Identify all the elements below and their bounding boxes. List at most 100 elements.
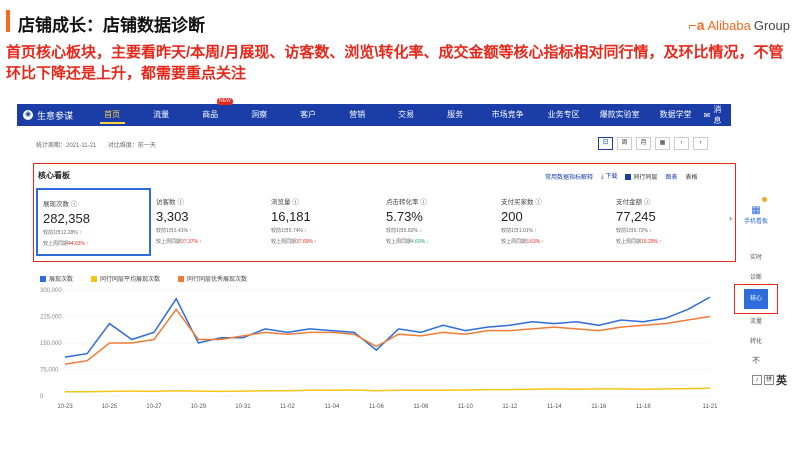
- metric-day-pct: 5.74%: [288, 228, 303, 234]
- metric-week-label: 较上周同期: [386, 239, 412, 245]
- legend-item[interactable]: 同行同层优秀展现次数: [178, 274, 247, 283]
- stat-compare: 对比维度：前一天: [107, 143, 156, 149]
- ime-toolbar: ♪ 拼 英: [752, 372, 787, 388]
- legend-item[interactable]: 展现次数: [40, 274, 73, 283]
- metric-day-label: 较前1日: [43, 230, 61, 236]
- nav-item-10[interactable]: 爆款实验室: [592, 104, 648, 126]
- up-arrow-icon: ↑: [659, 239, 662, 245]
- nav-item-0[interactable]: 首页: [88, 104, 137, 126]
- nav-item-label: 客户: [300, 110, 317, 119]
- table-view-button[interactable]: 表格: [685, 172, 697, 181]
- checkbox-icon: [625, 173, 632, 180]
- ime-pinyin[interactable]: 拼: [764, 375, 774, 385]
- metric-explain-link[interactable]: 常用数据指标解释: [545, 172, 593, 181]
- metric-card[interactable]: 支付金额 ⓘ 77,245 较前1日6.72% ↓ 较上周同期19.29% ↑: [611, 188, 726, 256]
- range-day-button[interactable]: 日: [598, 137, 613, 150]
- nav-item-label: 商品: [202, 110, 219, 119]
- nav-item-1[interactable]: 流量: [137, 104, 186, 126]
- ime-language[interactable]: 英: [776, 372, 787, 388]
- nav-item-4[interactable]: 客户: [284, 104, 333, 126]
- up-arrow-icon: ↑: [86, 241, 89, 247]
- x-tick-label: 11-14: [547, 404, 563, 410]
- legend-label: 同行同层优秀展现次数: [187, 277, 248, 283]
- info-icon: ⓘ: [643, 199, 651, 206]
- nav-item-8[interactable]: 市场竞争: [480, 104, 536, 126]
- legend-swatch: [91, 276, 98, 283]
- side-realtime[interactable]: 实时: [744, 252, 768, 261]
- range-month-button[interactable]: 月: [636, 137, 651, 150]
- metric-card[interactable]: 访客数 ⓘ 3,303 较前1日3.41% ↑ 较上周同期37.37% ↑: [151, 188, 266, 256]
- brand-logo-icon: ◉: [23, 110, 33, 120]
- y-tick-label: 300,000: [40, 288, 62, 294]
- message-button[interactable]: ✉ 消息: [704, 104, 731, 126]
- nav-item-label: 营销: [349, 110, 366, 119]
- info-icon: ⓘ: [420, 199, 427, 206]
- peer-toggle[interactable]: 同行同层: [625, 172, 657, 181]
- side-traffic[interactable]: 流量: [744, 316, 768, 325]
- next-arrow-icon[interactable]: ›: [693, 137, 708, 150]
- up-arrow-icon: ↑: [541, 239, 545, 245]
- trend-chart: 300,000 225,000 150,000 75,000 0 10-23 10-25 10…: [40, 288, 719, 410]
- range-week-button[interactable]: 周: [617, 137, 632, 150]
- nav-item-11[interactable]: 数据学堂: [648, 104, 704, 126]
- nav-item-2[interactable]: 商品 NEW: [186, 98, 235, 126]
- calendar-icon[interactable]: ▦: [655, 137, 670, 150]
- x-tick-label: 10-31: [235, 404, 251, 410]
- legend-label: 展现次数: [49, 277, 74, 283]
- metrics-next-icon[interactable]: ›: [729, 213, 732, 223]
- up-arrow-icon: ↑: [199, 239, 202, 245]
- download-button[interactable]: ⤓ 下载: [601, 171, 617, 181]
- prev-arrow-icon[interactable]: ‹: [674, 137, 689, 150]
- legend-label: 同行同层平均展现次数: [100, 277, 161, 283]
- metric-card[interactable]: 展现次数 ⓘ 282,358 较前1日12.28% ↑ 较上周同期44.03% ↑: [36, 188, 151, 256]
- brand[interactable]: ◉ 生意参谋: [17, 109, 88, 122]
- metric-value: 282,358: [43, 211, 90, 226]
- metric-value: 200: [501, 209, 523, 224]
- metric-value: 5.73%: [386, 209, 423, 224]
- metric-card[interactable]: 点击转化率 ⓘ 5.73% 较前1日5.82% ↓ 较上周同期4.60% ↓: [381, 188, 496, 256]
- nav-item-5[interactable]: 营销: [333, 104, 382, 126]
- side-conversion[interactable]: 转化: [744, 336, 768, 345]
- x-tick-label: 11-12: [502, 404, 518, 410]
- x-tick-label: 11-21: [703, 404, 719, 410]
- metric-day-pct: 5.82%: [403, 228, 418, 234]
- ime-icon[interactable]: ♪: [752, 375, 762, 385]
- metric-day-label: 较前1日: [616, 228, 634, 234]
- y-tick-label: 225,000: [40, 315, 62, 321]
- legend-item[interactable]: 同行同层平均展现次数: [91, 274, 160, 283]
- nav-item-9[interactable]: 业务专区: [536, 104, 592, 126]
- side-no[interactable]: 不: [744, 355, 768, 366]
- metric-card[interactable]: 支付买家数 ⓘ 200 较前1日1.01% ↑ 较上周同期3.63% ↑: [496, 188, 611, 256]
- metric-day-label: 较前1日: [156, 228, 174, 234]
- nav-item-6[interactable]: 交易: [382, 104, 431, 126]
- nav-item-label: 数据学堂: [659, 110, 692, 119]
- x-tick-label: 11-16: [591, 404, 607, 410]
- peer-label: 同行同层: [633, 174, 658, 181]
- side-diagnose[interactable]: 诊断: [744, 272, 768, 281]
- mobile-dashboard-button[interactable]: ▦ 手机看板: [744, 205, 768, 225]
- metric-cards: 展现次数 ⓘ 282,358 较前1日12.28% ↑ 较上周同期44.03% ↑ 访客…: [36, 188, 726, 256]
- top-nav: ◉ 生意参谋 首页 流量 商品 NEW 洞察 客户 营销 交易 服务 市场竞争 业务专区 爆款实验室 数…: [17, 98, 731, 126]
- metric-label: 支付金额: [616, 199, 642, 206]
- metric-day-pct: 3.41%: [173, 228, 188, 234]
- nav-item-7[interactable]: 服务: [431, 104, 480, 126]
- up-arrow-icon: ↑: [534, 228, 537, 234]
- info-icon: ⓘ: [292, 199, 299, 206]
- nav-item-3[interactable]: 洞察: [235, 104, 284, 126]
- message-icon: ✉: [703, 110, 711, 120]
- info-icon: ⓘ: [535, 199, 542, 206]
- down-arrow-icon: ↓: [649, 228, 652, 234]
- metric-card[interactable]: 浏览量 ⓘ 16,181 较前1日5.74% ↑ 较上周同期37.69% ↑: [266, 188, 381, 256]
- y-tick-label: 0: [40, 394, 44, 400]
- stat-period: 统计周期：2021-11-21: [36, 143, 97, 149]
- side-core[interactable]: 核心: [744, 289, 768, 309]
- x-tick-label: 10-29: [191, 404, 207, 410]
- metric-label: 支付买家数: [501, 199, 534, 206]
- alibaba-logo-mark: ⌐a: [688, 17, 705, 33]
- metric-day-label: 较前1日: [501, 228, 519, 234]
- metric-week-pct: 19.29%: [641, 239, 658, 245]
- metric-week-label: 较上周同期: [43, 241, 69, 247]
- chart-view-button[interactable]: 图表: [665, 172, 677, 181]
- nav-item-label: 洞察: [251, 110, 268, 119]
- metric-week-label: 较上周同期: [156, 239, 182, 245]
